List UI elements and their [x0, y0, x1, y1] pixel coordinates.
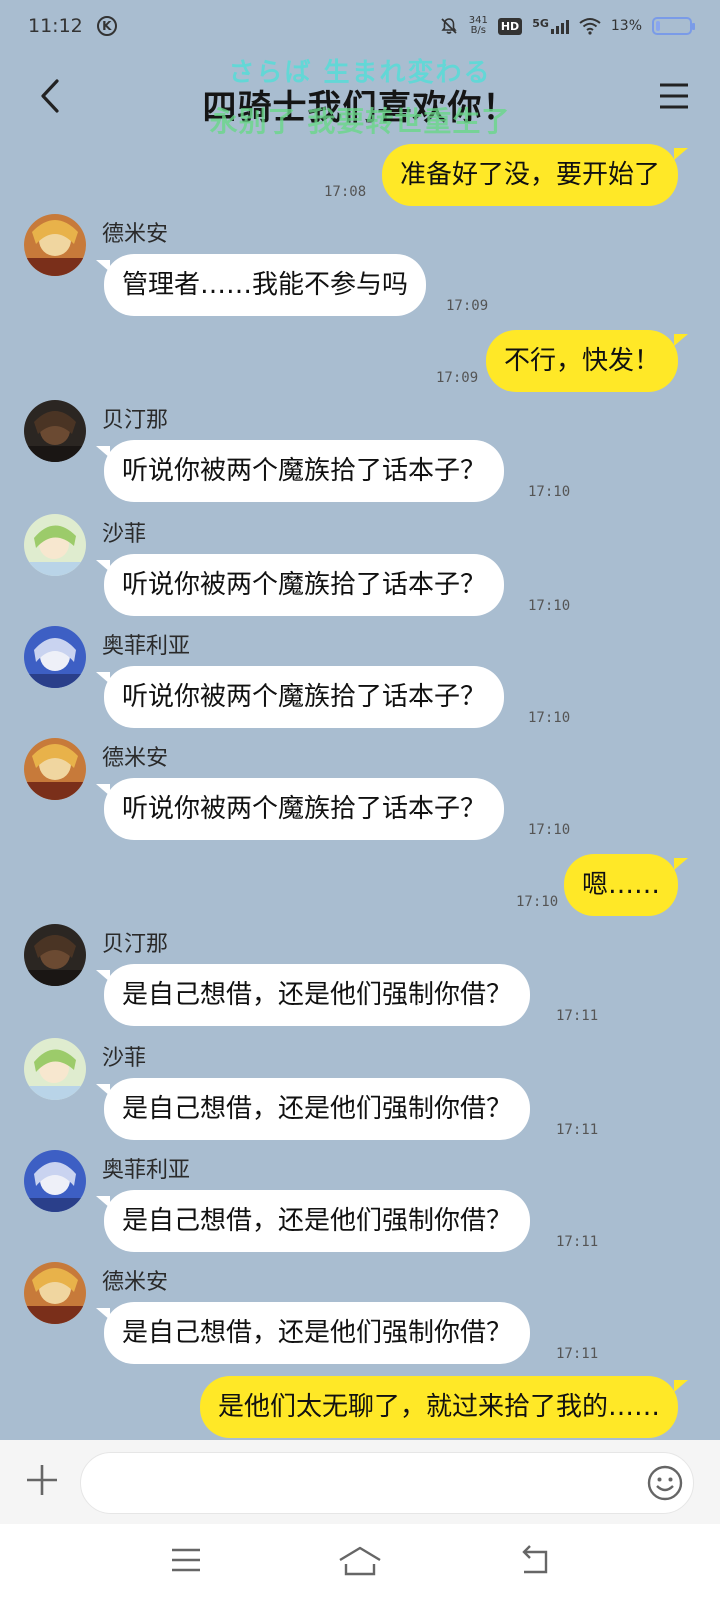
message-incoming: 沙菲 是自己想借，还是他们强制你借？ 17:11 — [0, 1038, 720, 1142]
message-time: 17:09 — [436, 370, 479, 386]
message-time: 17:10 — [528, 710, 571, 726]
message-incoming: 沙菲 听说你被两个魔族拾了话本子？ 17:10 — [0, 514, 720, 618]
carrier-badge: K — [96, 16, 117, 36]
status-time: 11:12 — [28, 15, 83, 37]
message-time: 17:11 — [556, 1122, 599, 1138]
message-bubble[interactable]: 是自己想借，还是他们强制你借？ — [95, 1190, 531, 1252]
message-bubble[interactable]: 准备好了没，要开始了 — [381, 144, 689, 206]
message-incoming: 德米安 管理者……我能不参与吗 17:09 — [0, 214, 720, 318]
message-time: 17:10 — [516, 894, 559, 910]
avatar[interactable] — [24, 400, 86, 462]
message-bubble[interactable]: 听说你被两个魔族拾了话本子？ — [95, 778, 505, 840]
message-bubble[interactable]: 听说你被两个魔族拾了话本子？ — [95, 440, 505, 502]
message-time: 17:10 — [528, 484, 571, 500]
menu-button[interactable] — [656, 78, 692, 114]
message-incoming: 德米安 是自己想借，还是他们强制你借？ 17:11 — [0, 1262, 720, 1366]
message-list[interactable]: 准备好了没，要开始了 17:08 德米安 管理者……我能不参与吗 17:09 不… — [0, 142, 720, 1440]
avatar[interactable] — [24, 1150, 86, 1212]
message-bubble[interactable]: 听说你被两个魔族拾了话本子？ — [95, 554, 505, 616]
recent-apps-button[interactable] — [166, 1542, 206, 1578]
system-nav-bar — [0, 1524, 720, 1600]
sender-name: 贝汀那 — [102, 408, 169, 433]
message-outgoing: 准备好了没，要开始了 17:08 — [0, 144, 720, 206]
avatar[interactable] — [24, 738, 86, 800]
message-bubble[interactable]: 管理者……我能不参与吗 — [95, 254, 427, 316]
title-bar: さらば 生まれ変わる 四骑士我们喜欢你！ 永别了 我要转世重生了 — [0, 52, 720, 142]
message-incoming: 德米安 听说你被两个魔族拾了话本子？ 17:10 — [0, 738, 720, 842]
message-outgoing: 是他们太无聊了，就过来拾了我的…… — [0, 1376, 720, 1438]
message-outgoing: 不行，快发！ 17:09 — [0, 330, 720, 392]
status-bar: 11:12 K 341 B/s HD 5G 13% — [0, 0, 720, 52]
message-time: 17:10 — [528, 822, 571, 838]
emoji-icon — [647, 1465, 683, 1501]
avatar[interactable] — [24, 214, 86, 276]
message-bubble[interactable]: 是自己想借，还是他们强制你借？ — [95, 1302, 531, 1364]
add-attachment-button[interactable] — [22, 1460, 62, 1500]
message-time: 17:11 — [556, 1234, 599, 1250]
message-time: 17:09 — [446, 298, 489, 314]
wifi-icon — [579, 18, 601, 35]
message-bubble[interactable]: 嗯…… — [563, 854, 689, 916]
message-time: 17:11 — [556, 1346, 599, 1362]
avatar[interactable] — [24, 1262, 86, 1324]
lyric-overlay-chinese: 永别了 我要转世重生了 — [209, 105, 511, 138]
message-incoming: 贝汀那 是自己想借，还是他们强制你借？ 17:11 — [0, 924, 720, 1028]
sender-name: 贝汀那 — [102, 932, 169, 957]
message-time: 17:08 — [324, 184, 367, 200]
home-icon — [339, 1546, 381, 1576]
avatar[interactable] — [24, 924, 86, 986]
hd-icon: HD — [497, 17, 523, 35]
battery-percent: 13% — [610, 18, 642, 34]
sender-name: 德米安 — [102, 1270, 169, 1295]
message-time: 17:11 — [556, 1008, 599, 1024]
sender-name: 沙菲 — [102, 522, 147, 547]
message-incoming: 奥菲利亚 听说你被两个魔族拾了话本子？ 17:10 — [0, 626, 720, 730]
sender-name: 德米安 — [102, 222, 169, 247]
message-incoming: 奥菲利亚 是自己想借，还是他们强制你借？ 17:11 — [0, 1150, 720, 1254]
message-bubble[interactable]: 是他们太无聊了，就过来拾了我的…… — [199, 1376, 689, 1438]
sender-name: 沙菲 — [102, 1046, 147, 1071]
back-icon — [522, 1545, 548, 1574]
avatar[interactable] — [24, 514, 86, 576]
home-button[interactable] — [336, 1542, 384, 1578]
signal-icon: 5G — [532, 18, 569, 34]
input-bar — [0, 1440, 720, 1524]
message-outgoing: 嗯…… 17:10 — [0, 854, 720, 916]
message-incoming: 贝汀那 听说你被两个魔族拾了话本子？ 17:10 — [0, 400, 720, 504]
avatar[interactable] — [24, 1038, 86, 1100]
message-input[interactable] — [80, 1452, 694, 1514]
bell-off-icon — [441, 18, 457, 34]
avatar[interactable] — [24, 626, 86, 688]
menu-icon — [660, 83, 688, 109]
message-bubble[interactable]: 不行，快发！ — [485, 330, 689, 392]
sender-name: 德米安 — [102, 746, 169, 771]
sender-name: 奥菲利亚 — [102, 634, 191, 659]
message-bubble[interactable]: 听说你被两个魔族拾了话本子？ — [95, 666, 505, 728]
recent-apps-icon — [172, 1548, 200, 1572]
message-bubble[interactable]: 是自己想借，还是他们强制你借？ — [95, 964, 531, 1026]
net-speed: 341 B/s — [468, 15, 488, 36]
emoji-button[interactable] — [646, 1464, 684, 1502]
back-nav-button[interactable] — [516, 1542, 556, 1578]
sender-name: 奥菲利亚 — [102, 1158, 191, 1183]
battery-icon — [652, 17, 695, 35]
message-time: 17:10 — [528, 598, 571, 614]
chat-screen: 11:12 K 341 B/s HD 5G 13% さらば 生まれ変わる 四骑士… — [0, 0, 720, 1600]
message-bubble[interactable]: 是自己想借，还是他们强制你借？ — [95, 1078, 531, 1140]
plus-icon — [27, 1465, 57, 1495]
